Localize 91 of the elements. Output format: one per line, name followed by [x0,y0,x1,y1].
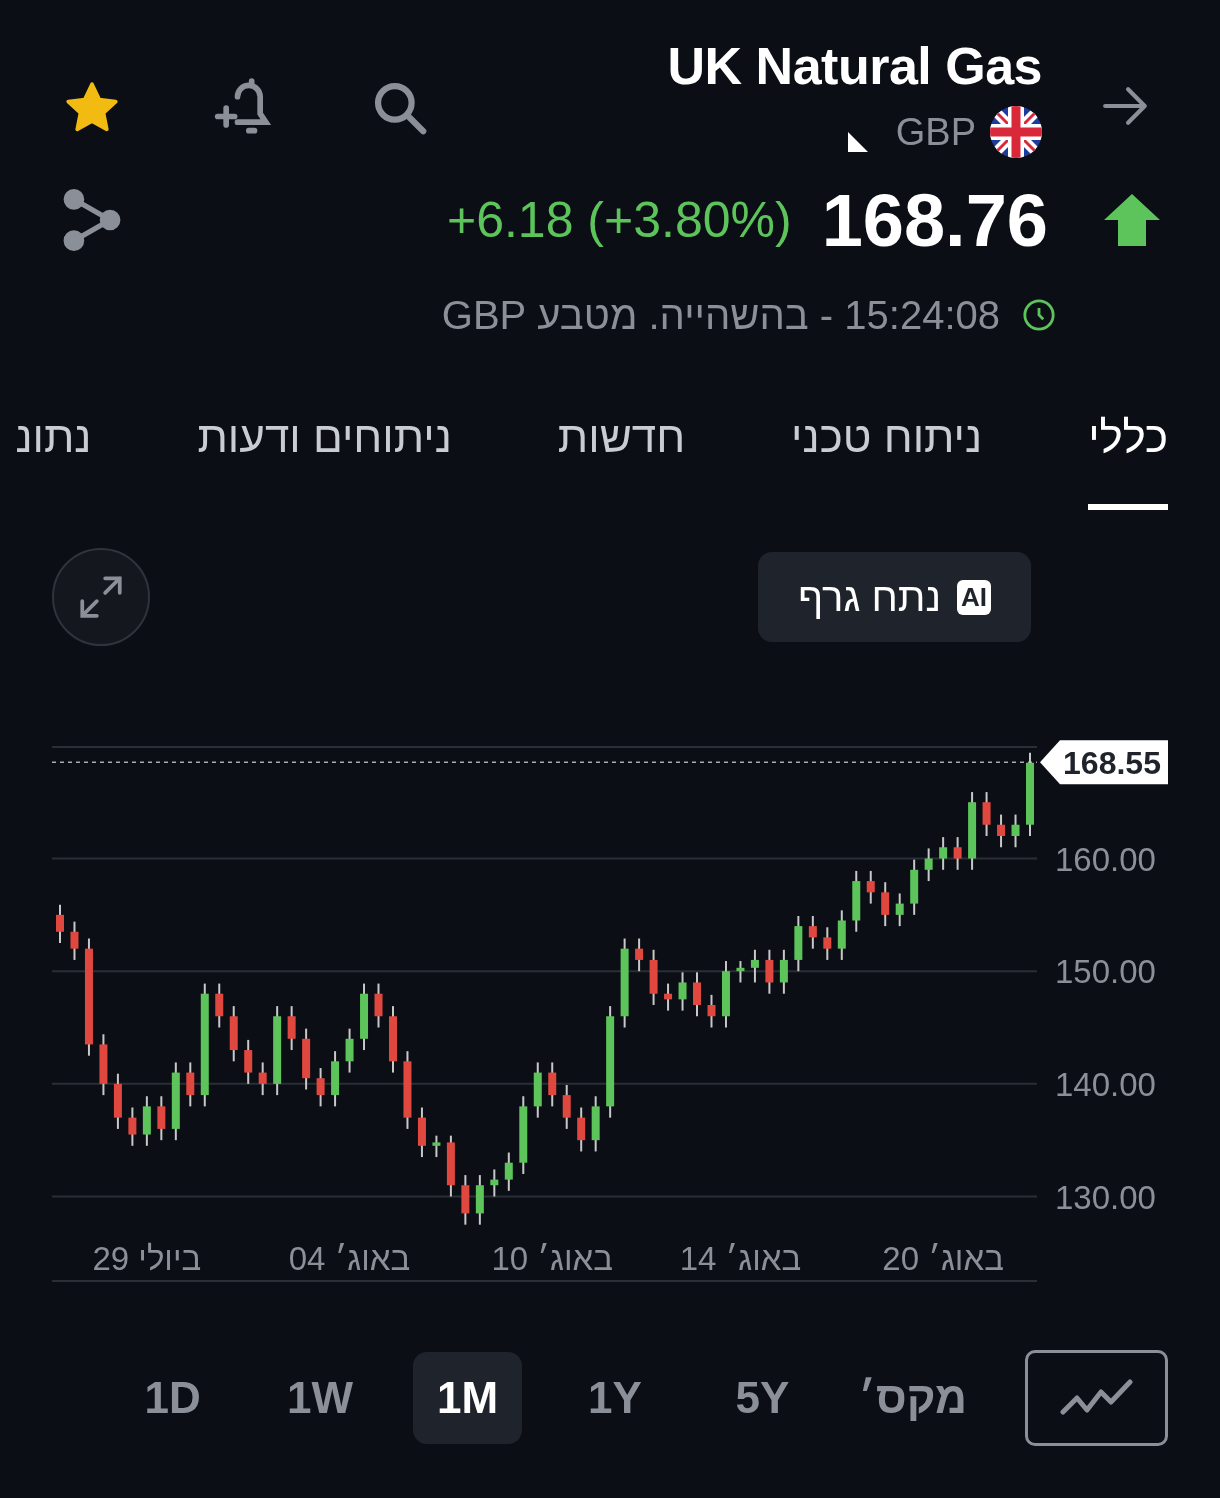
x-axis-label: 29 ביולי [92,1240,202,1277]
candlestick [881,881,890,928]
candlestick [99,1033,108,1097]
candlestick [895,892,904,928]
range-tab[interactable]: 1W [265,1352,375,1444]
candlestick [56,903,64,945]
candlestick [982,791,991,837]
section-tab[interactable]: ניתוחים ודעות [197,394,452,510]
candlestick [837,909,846,961]
candlestick [997,813,1006,849]
range-tab[interactable]: 5Y [707,1352,818,1444]
section-tab[interactable]: חדשות [557,394,686,510]
range-tab[interactable]: 1M [412,1352,523,1444]
range-tab[interactable]: 1D [118,1352,228,1444]
candlestick [70,920,79,961]
candlestick [750,948,759,984]
candlestick [128,1106,137,1147]
candlestick [345,1027,354,1074]
candlestick [446,1134,455,1198]
candlestick [302,1027,311,1091]
candlestick [823,926,832,961]
line-chart-icon [1059,1378,1134,1418]
candlestick [113,1072,122,1130]
candlestick [215,982,224,1029]
candlestick [649,948,658,1006]
range-tab[interactable]: מקס׳ [855,1352,974,1444]
candlestick [157,1095,166,1142]
section-tab[interactable]: נתונ [15,394,92,510]
candlestick [562,1083,571,1130]
currency-label: GBP [895,110,976,154]
flag-icon [990,106,1042,158]
candlestick [591,1095,600,1153]
candlestick [866,869,875,905]
candlestick [577,1106,586,1153]
candlestick [432,1134,441,1159]
candlestick [678,971,687,1012]
x-axis-label: 10 באוג׳ [491,1240,613,1277]
price-value: 168.76 [821,177,1048,263]
y-axis-label: 150.00 [1055,953,1156,991]
y-axis-label: 130.00 [1055,1178,1156,1216]
candlestick [287,1005,296,1052]
candlestick [374,982,383,1029]
x-axis-label: 04 באוג׳ [288,1240,411,1277]
candlestick [316,1067,325,1108]
candlestick [736,960,745,984]
section-tab[interactable]: כללי [1088,394,1168,510]
candlestick [779,948,788,995]
chart-type-button[interactable] [1025,1350,1168,1446]
candlestick [548,1061,557,1108]
candlestick [331,1050,340,1108]
candlestick [490,1168,499,1198]
ai-badge: AI [957,579,991,615]
section-tab[interactable]: ניתוח טכני [791,394,983,510]
x-axis-label: 20 באוג׳ [882,1240,1004,1277]
instrument-title: UK Natural Gas [667,36,1042,96]
candlestick [186,1061,195,1108]
candlestick [808,915,817,950]
candlestick [721,960,730,1029]
candlestick [794,915,803,973]
y-axis-label: 140.00 [1055,1065,1156,1103]
candlestick [852,869,861,933]
candlestick [504,1151,513,1192]
quote-status: 15:24:08 - בהשהייה. מטבע GBP [441,292,1000,338]
clock-icon [1022,298,1056,332]
candlestick [939,836,948,871]
candlestick [475,1174,484,1226]
candlestick [244,1038,253,1085]
y-axis-label: 160.00 [1055,840,1156,878]
ref-line-label: 168.55 [1063,745,1161,782]
candlestick [664,982,673,1012]
candlestick [765,948,774,995]
candlestick [258,1061,267,1097]
candlestick [953,836,962,871]
candlestick [924,847,933,883]
candlestick [229,1005,238,1063]
last-price-tag: 168.55 [1040,740,1168,785]
candlestick [461,1174,470,1226]
price-change: +6.18 (+3.80%) [446,191,792,249]
corner-triangle-icon [847,132,868,152]
candlestick [707,993,716,1029]
candlestick [417,1106,426,1159]
candlestick [1011,813,1020,849]
x-axis-label: 14 באוג׳ [679,1240,802,1277]
candlestick [693,971,701,1018]
candlestick [360,982,369,1052]
candlestick [533,1061,542,1119]
candlestick [142,1095,151,1147]
candlestick [635,937,644,973]
range-tab[interactable]: 1Y [560,1352,670,1444]
candlestick [910,858,919,916]
candlestick [389,1005,397,1074]
